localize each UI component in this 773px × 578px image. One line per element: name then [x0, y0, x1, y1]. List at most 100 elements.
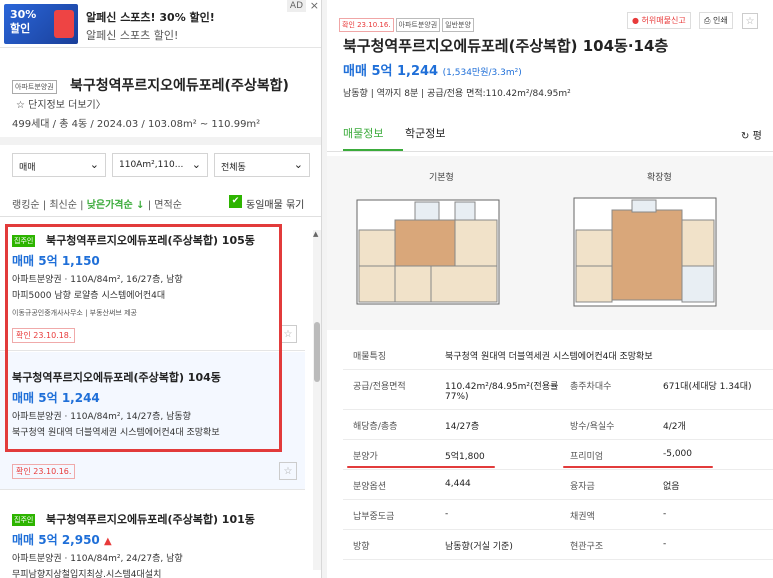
complex-title: 북구청역푸르지오에듀포레(주상복합): [70, 78, 289, 94]
area-value: 110Am²,110...: [119, 160, 184, 170]
complex-summary: 499세대 / 총 4동 / 2024.03 / 103.08m² ~ 110.…: [12, 119, 261, 130]
listing-desc: 마피5000 남향 로얄층 시스템에어컨4대: [12, 291, 166, 301]
listing-item[interactable]: 집주인 북구청역푸르지오에듀포레(주상복합) 105동 매매 5억 1,150 …: [0, 217, 305, 351]
siren-icon: ●: [632, 16, 639, 25]
row-value-2: -: [663, 509, 667, 519]
report-button[interactable]: ● 허위매물신고: [627, 12, 691, 29]
sort-low-price[interactable]: 낮은가격순 ↓: [87, 200, 145, 211]
row-key: 공급/전용면적: [353, 382, 406, 392]
row-value: 4,444: [445, 479, 471, 489]
detail-price: 매매 5억 1,244 (1,534만원/3.3m²): [343, 60, 522, 79]
price-per-pyeong: (1,534만원/3.3m²): [442, 68, 522, 78]
ad-badge: AD: [286, 0, 306, 12]
row-key: 납부중도금: [353, 512, 395, 522]
row-key-2: 프리미엄: [570, 452, 604, 462]
row-value-2: 4/2개: [663, 422, 686, 432]
table-row: 분양옵션 4,444 융자금 없음: [343, 470, 773, 500]
row-value-2: -5,000: [663, 449, 693, 459]
row-key-2: 융자금: [570, 482, 595, 492]
ad-thumb-text: 30% 할인: [10, 8, 37, 35]
sort-ranking[interactable]: 랭킹순: [12, 200, 40, 211]
complex-info-link[interactable]: ☆ 단지정보 더보기〉: [16, 96, 106, 111]
floorplan-basic-image[interactable]: [355, 190, 501, 314]
report-label: 허위매물신고: [641, 16, 686, 25]
floorplan-basic-label: 기본형: [429, 173, 454, 183]
print-button[interactable]: ⎙ 인쇄: [699, 12, 733, 29]
table-row: 분양가 5억1,800 프리미엄 -5,000: [343, 440, 773, 470]
table-row: 공급/전용면적 110.42m²/84.95m²(전용률77%) 총주차대수 6…: [343, 370, 773, 410]
listing-item-selected[interactable]: 북구청역푸르지오에듀포레(주상복합) 104동 매매 5억 1,244 아파트분…: [0, 352, 305, 490]
row-key: 방향: [353, 542, 370, 552]
row-value: 남동향(거실 기준): [445, 542, 513, 552]
dong-value: 전체동: [221, 163, 246, 173]
row-value: -: [445, 509, 449, 519]
confirm-date-tag: 확인 23.10.16.: [339, 18, 394, 32]
complex-type-tag: 아파트분양권: [12, 80, 57, 94]
listing-price: 매매 5억 1,244: [12, 391, 100, 405]
tab-listing-info[interactable]: 매물정보: [343, 125, 383, 141]
listing-meta: 아파트분양권 · 110A/84m², 14/27층, 남동향: [12, 412, 191, 422]
scrollbar-thumb[interactable]: [314, 322, 320, 382]
unit-toggle-button[interactable]: ↻ 평: [741, 127, 762, 142]
detail-tags: 확인 23.10.16. 아파트분양권 일반분양: [339, 12, 476, 32]
sort-latest[interactable]: 최신순: [49, 200, 77, 211]
complex-info-link-label: 단지정보 더보기: [28, 100, 96, 111]
ad-thumbnail[interactable]: 30% 할인: [4, 4, 78, 44]
row-value: 북구청역 원대역 더블역세권 시스템에어컨4대 조망확보: [445, 352, 653, 362]
star-icon[interactable]: ☆: [742, 13, 758, 29]
chevron-down-icon: ⌄: [293, 158, 303, 171]
sale-tag: 일반분양: [442, 18, 474, 32]
product-bottle-icon: [54, 10, 74, 38]
sort-area[interactable]: 면적순: [154, 200, 182, 211]
highlight-underline: [347, 466, 495, 468]
confirm-date-badge: 확인 23.10.16.: [12, 464, 76, 479]
tab-school-info[interactable]: 학군정보: [405, 125, 445, 141]
detail-summary: 남동향 | 역까지 8분 | 공급/전용 면적:110.42m²/84.95m²: [343, 89, 571, 99]
detail-title: 북구청역푸르지오에듀포레(주상복합) 104동·14층: [343, 37, 669, 55]
star-icon[interactable]: ☆: [279, 462, 297, 480]
listing-meta: 아파트분양권 · 110A/84m², 16/27층, 남향: [12, 275, 183, 285]
scroll-up-icon[interactable]: ▲: [313, 230, 318, 238]
sort-bar: 랭킹순 | 최신순 | 낮은가격순 ↓ | 면적순: [12, 200, 182, 211]
detail-panel: 확인 23.10.16. 아파트분양권 일반분양 ● 허위매물신고 ⎙ 인쇄 ☆ 북…: [327, 0, 773, 578]
owner-badge: 집주인: [12, 235, 36, 247]
table-row: 납부중도금 - 채권액 -: [343, 500, 773, 530]
detail-price-value: 매매 5억 1,244: [343, 64, 439, 79]
row-key: 해당층/총층: [353, 422, 398, 432]
app-root: 30% 할인 알페신 스포츠! 30% 할인! 알페신 스포츠 할인! AD ×…: [0, 0, 773, 578]
type-tag: 아파트분양권: [395, 18, 441, 32]
trade-type-value: 매매: [19, 163, 36, 173]
scrollbar[interactable]: ▲: [313, 230, 321, 570]
arrow-up-icon: ▲: [103, 536, 112, 547]
listing-meta: 아파트분양권 · 110A/84m², 24/27층, 남향: [12, 554, 183, 564]
row-value-2: -: [663, 539, 667, 549]
listing-agent: 이동규공인중개사사무소 | 부동산써브 제공: [12, 309, 137, 317]
floorplan-ext-image[interactable]: [572, 190, 718, 314]
listing-desc: 무피남향지상철입지최상.시스템4대설치: [12, 570, 162, 578]
dong-select[interactable]: 전체동 ⌄: [214, 153, 310, 177]
same-listing-checkbox[interactable]: ✔: [229, 195, 242, 208]
star-icon[interactable]: ☆: [16, 100, 25, 111]
listing-item[interactable]: 집주인 북구청역푸르지오에듀포레(주상복합) 101동 매매 5억 2,950 …: [0, 491, 305, 578]
listing-title[interactable]: 북구청역푸르지오에듀포레(주상복합) 105동: [46, 232, 255, 248]
section-divider: [0, 137, 321, 145]
area-select[interactable]: 110Am²,110... ⌄: [112, 153, 208, 177]
row-key: 분양옵션: [353, 482, 387, 492]
row-key-2: 총주차대수: [570, 382, 612, 392]
ad-banner[interactable]: 30% 할인 알페신 스포츠! 30% 할인! 알페신 스포츠 할인! AD ×: [0, 0, 321, 48]
same-listing-label[interactable]: 동일매물 묶기: [246, 196, 304, 211]
listing-title[interactable]: 북구청역푸르지오에듀포레(주상복합) 104동: [12, 369, 221, 385]
star-icon[interactable]: ☆: [279, 325, 297, 343]
arrow-down-icon: ↓: [136, 200, 145, 211]
listing-price-value: 매매 5억 2,950: [12, 533, 100, 547]
chevron-down-icon: ⌄: [191, 158, 201, 171]
listing-detail-table: 매물특징 북구청역 원대역 더블역세권 시스템에어컨4대 조망확보 공급/전용면…: [343, 340, 773, 560]
ad-close-icon[interactable]: ×: [310, 0, 319, 12]
tab-divider: [327, 151, 773, 152]
confirm-date-badge: 확인 23.10.18.: [12, 328, 76, 343]
trade-type-select[interactable]: 매매 ⌄: [12, 153, 106, 177]
ad-title[interactable]: 알페신 스포츠! 30% 할인!: [86, 9, 215, 25]
listing-title[interactable]: 북구청역푸르지오에듀포레(주상복합) 101동: [46, 511, 255, 527]
refresh-icon: ↻: [741, 131, 750, 142]
listing-list: 집주인 북구청역푸르지오에듀포레(주상복합) 105동 매매 5억 1,150 …: [0, 217, 310, 578]
